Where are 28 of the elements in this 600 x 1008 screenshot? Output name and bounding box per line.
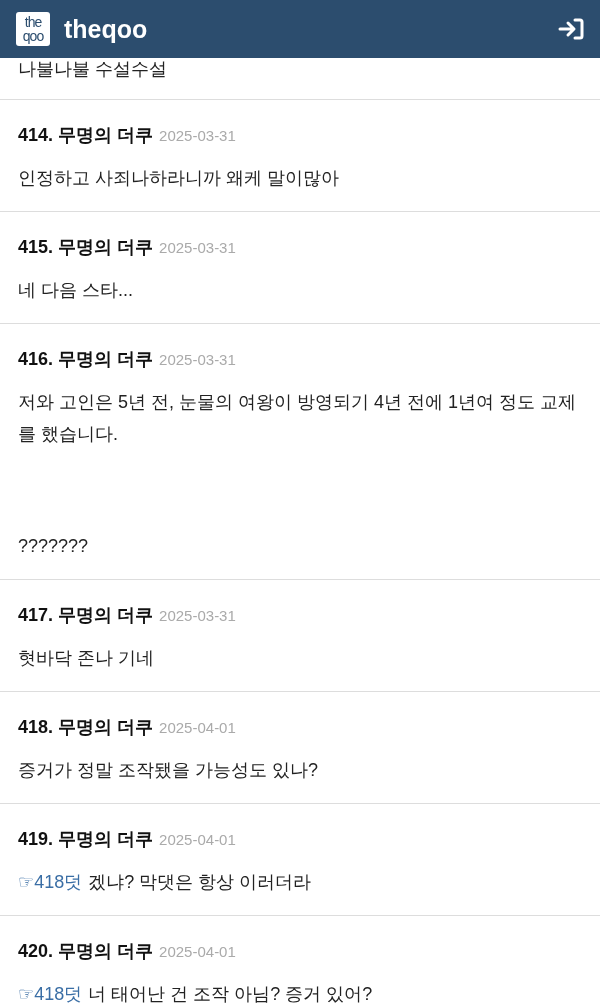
comment-text: 저와 고인은 5년 전, 눈물의 여왕이 방영되기 4년 전에 1년여 정도 교제를 했습니다. — [18, 391, 578, 446]
login-icon[interactable] — [558, 18, 584, 40]
comment-date: 2025-03-31 — [159, 350, 236, 370]
comment-date: 2025-04-01 — [159, 718, 236, 738]
comment-author: 415. 무명의 더쿠 — [18, 236, 154, 258]
comment-date: 2025-04-01 — [159, 942, 236, 962]
comment-date: 2025-03-31 — [159, 606, 236, 626]
comment-text: ☞418덧 너 태어난 건 조작 아님? 증거 있어? — [18, 983, 374, 1006]
comment-author: 417. 무명의 더쿠 — [18, 604, 154, 626]
site-title[interactable]: theqoo — [64, 14, 544, 44]
comment-author: 420. 무명의 더쿠 — [18, 940, 154, 962]
reply-link[interactable]: ☞418덧 — [18, 984, 83, 1004]
comment-text: 증거가 정말 조작됐을 가능성도 있나? — [18, 759, 319, 782]
comment-author: 414. 무명의 더쿠 — [18, 124, 154, 146]
comment-date: 2025-04-01 — [159, 830, 236, 850]
comment-text: 나불나불 수설수설 — [18, 58, 167, 80]
comment-text: 혓바닥 존나 기네 — [18, 647, 155, 670]
comment-text: 네 다음 스타... — [18, 279, 134, 302]
comment-text: 인정하고 사죄나하라니까 왜케 말이많아 — [18, 167, 340, 190]
logo-icon[interactable]: the qoo — [16, 12, 50, 46]
comment-text: ??????? — [18, 535, 90, 558]
comment-date: 2025-03-31 — [159, 126, 236, 146]
comment-author: 416. 무명의 더쿠 — [18, 348, 154, 370]
reply-link[interactable]: ☞418덧 — [18, 872, 83, 892]
comment-date: 2025-03-31 — [159, 238, 236, 258]
comment-author: 419. 무명의 더쿠 — [18, 828, 154, 850]
comment-text: ☞418덧 겠냐? 막댓은 항상 이러더라 — [18, 871, 313, 894]
comment-author: 418. 무명의 더쿠 — [18, 716, 154, 738]
